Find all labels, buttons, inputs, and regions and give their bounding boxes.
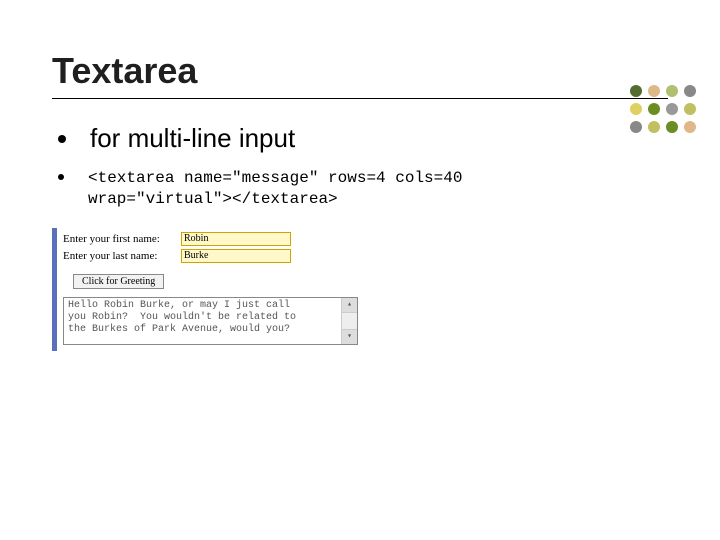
- decorative-dot: [630, 85, 642, 97]
- decorative-dot-grid: [630, 85, 698, 135]
- bullet-item: <textarea name="message" rows=4 cols=40 …: [52, 168, 668, 210]
- decorative-dot: [648, 85, 660, 97]
- lastname-label: Enter your last name:: [63, 250, 181, 262]
- decorative-dot: [684, 103, 696, 115]
- decorative-dot: [666, 103, 678, 115]
- code-snippet: <textarea name="message" rows=4 cols=40 …: [88, 168, 462, 210]
- scrollbar[interactable]: ▴ ▾: [341, 298, 357, 344]
- firstname-input[interactable]: [181, 232, 291, 246]
- form-row-firstname: Enter your first name:: [63, 232, 406, 246]
- scroll-up-icon[interactable]: ▴: [342, 298, 357, 313]
- greeting-button[interactable]: Click for Greeting: [73, 274, 164, 289]
- bullet-icon: [58, 174, 64, 180]
- title-rule: [52, 98, 668, 99]
- decorative-dot: [630, 121, 642, 133]
- decorative-dot: [666, 121, 678, 133]
- form-row-lastname: Enter your last name:: [63, 249, 406, 263]
- scroll-down-icon[interactable]: ▾: [342, 329, 357, 344]
- decorative-dot: [684, 85, 696, 97]
- lastname-input[interactable]: [181, 249, 291, 263]
- firstname-label: Enter your first name:: [63, 233, 181, 245]
- greeting-textarea[interactable]: Hello Robin Burke, or may I just call yo…: [63, 297, 358, 345]
- bullet-text: for multi-line input: [90, 123, 295, 154]
- decorative-dot: [684, 121, 696, 133]
- slide-title: Textarea: [52, 50, 668, 92]
- decorative-dot: [666, 85, 678, 97]
- bullet-icon: [58, 135, 66, 143]
- bullet-item: for multi-line input: [52, 123, 668, 154]
- demo-form: Enter your first name: Enter your last n…: [52, 228, 412, 351]
- decorative-dot: [648, 121, 660, 133]
- bullet-list: for multi-line input <textarea name="mes…: [52, 123, 668, 210]
- textarea-content: Hello Robin Burke, or may I just call yo…: [68, 300, 296, 335]
- decorative-dot: [630, 103, 642, 115]
- slide: Textarea for multi-line input <textarea …: [0, 0, 720, 540]
- decorative-dot: [648, 103, 660, 115]
